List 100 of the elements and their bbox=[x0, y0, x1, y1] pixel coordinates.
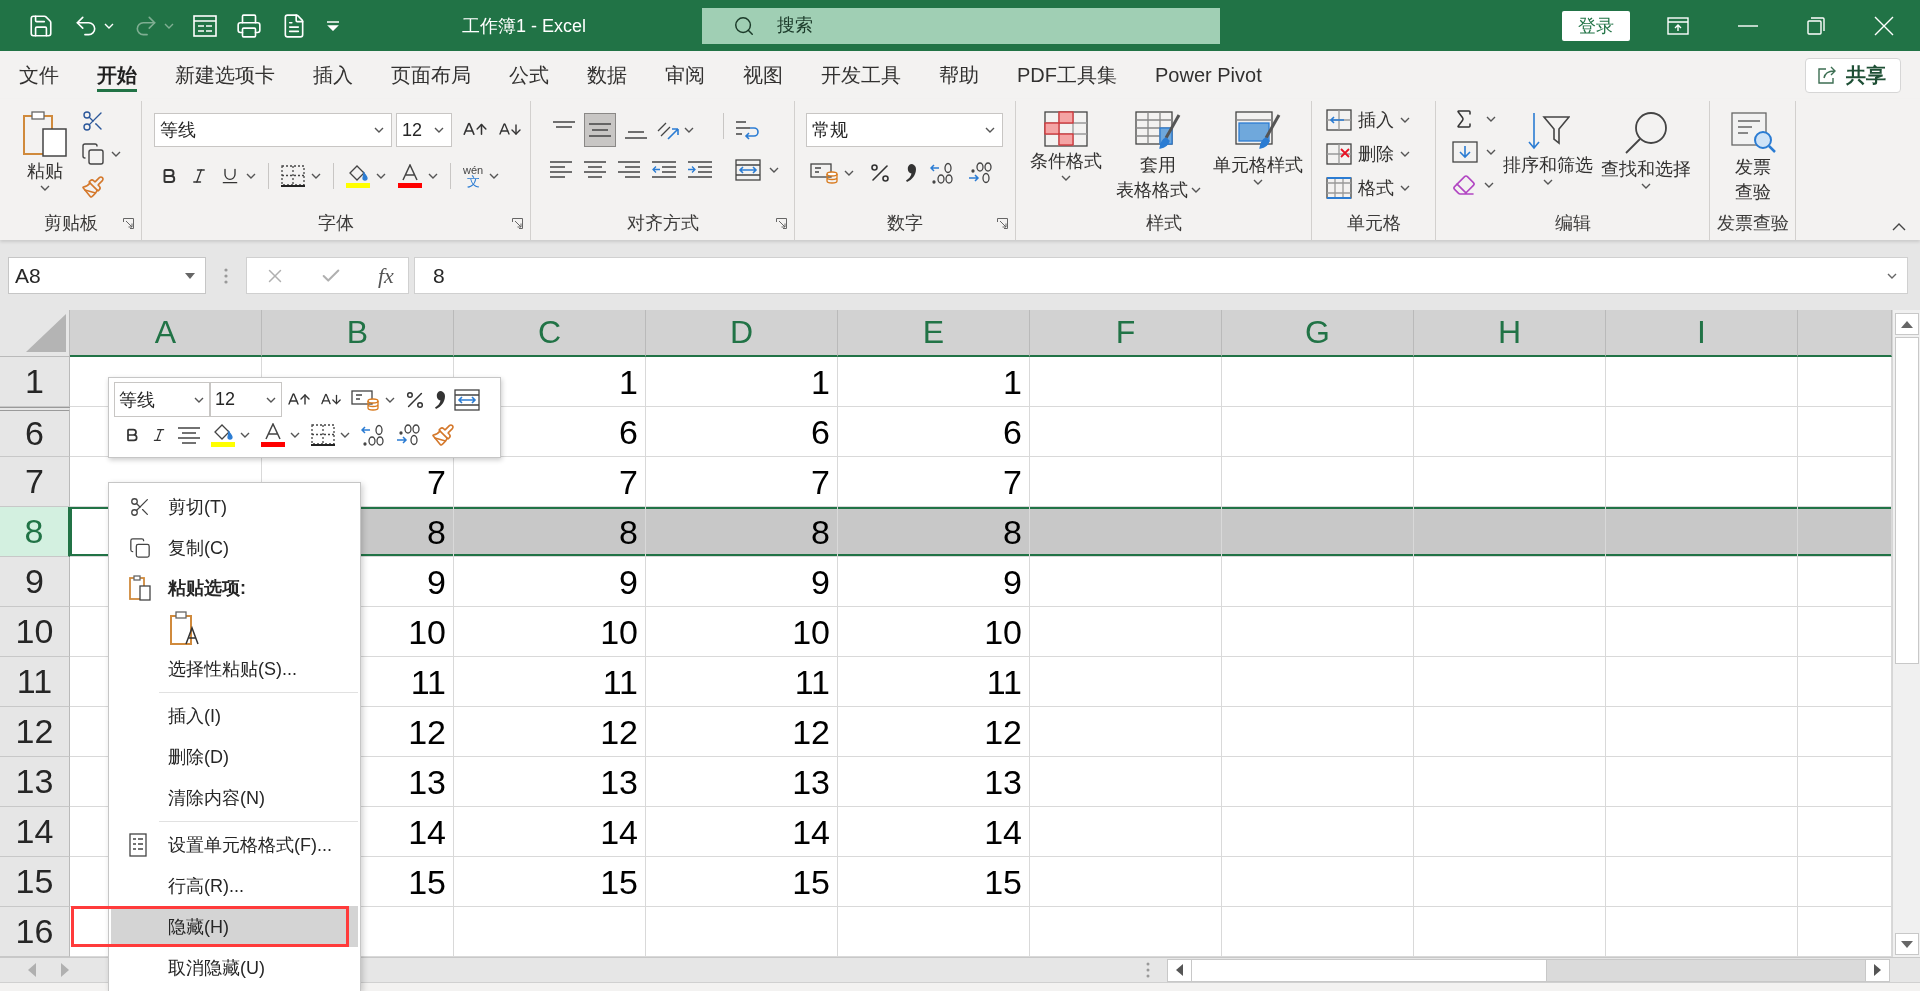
fill-color-icon[interactable] bbox=[346, 164, 370, 188]
caret-icon[interactable] bbox=[844, 170, 854, 176]
column-header[interactable] bbox=[1798, 310, 1892, 357]
conditional-format-icon[interactable] bbox=[1044, 111, 1088, 147]
fill-color-icon[interactable] bbox=[211, 423, 235, 447]
ribbon-button[interactable]: 删除 bbox=[1326, 139, 1435, 169]
save-icon[interactable] bbox=[28, 12, 54, 39]
row-header[interactable]: 13 bbox=[0, 757, 70, 807]
align-center-icon[interactable] bbox=[178, 426, 200, 444]
ribbon-tab[interactable]: 视图 bbox=[724, 51, 802, 99]
scissors-icon[interactable] bbox=[129, 495, 151, 518]
ribbon-tab[interactable]: 文件 bbox=[0, 51, 78, 99]
clipboard-icon[interactable] bbox=[129, 575, 151, 601]
sign-in-button[interactable]: 登录 bbox=[1562, 10, 1630, 41]
bold-icon[interactable] bbox=[124, 427, 140, 443]
dialog-launcher-icon[interactable] bbox=[512, 218, 523, 229]
ribbon-tab[interactable]: 帮助 bbox=[920, 51, 998, 99]
horizontal-scrollbar[interactable] bbox=[1167, 958, 1890, 982]
caret-icon[interactable] bbox=[111, 151, 121, 157]
format-cells-icon[interactable] bbox=[129, 832, 147, 857]
caret-icon[interactable] bbox=[985, 127, 995, 133]
caret-icon[interactable] bbox=[240, 432, 250, 438]
ribbon-button[interactable]: 套用 表格格式 bbox=[1112, 105, 1204, 212]
row-header[interactable]: 1 bbox=[0, 357, 70, 407]
vertical-align-button[interactable] bbox=[584, 113, 616, 147]
caret-icon[interactable] bbox=[40, 185, 50, 191]
caret-icon[interactable] bbox=[489, 173, 500, 179]
caret-icon[interactable] bbox=[1253, 179, 1263, 185]
ribbon-tab[interactable]: 公式 bbox=[490, 51, 568, 99]
font-size-dropdown[interactable]: 12 bbox=[396, 113, 452, 147]
currency-icon[interactable] bbox=[351, 388, 379, 411]
caret-icon[interactable] bbox=[1484, 182, 1494, 188]
insert-function-button[interactable]: fx bbox=[376, 262, 396, 289]
column-header[interactable]: D bbox=[646, 310, 838, 357]
underline-icon[interactable] bbox=[220, 166, 240, 186]
format-cells-icon[interactable] bbox=[1326, 177, 1352, 199]
column-header[interactable]: G bbox=[1222, 310, 1414, 357]
caret-icon[interactable] bbox=[1641, 183, 1651, 189]
caret-icon[interactable] bbox=[246, 173, 256, 179]
align-middle-icon[interactable] bbox=[589, 123, 611, 137]
caret-icon[interactable] bbox=[376, 173, 386, 179]
align-right-icon[interactable] bbox=[618, 161, 640, 178]
column-header[interactable]: B bbox=[262, 310, 454, 357]
eraser-icon[interactable] bbox=[1452, 173, 1476, 197]
ribbon-tab[interactable]: 插入 bbox=[294, 51, 372, 99]
font-color-icon[interactable] bbox=[398, 164, 422, 188]
table-style-icon[interactable] bbox=[1135, 111, 1181, 151]
scroll-down-button[interactable] bbox=[1894, 933, 1919, 955]
paste-button[interactable]: 粘贴 bbox=[17, 105, 73, 212]
fill-down-icon[interactable] bbox=[1452, 141, 1478, 163]
insert-cells-icon[interactable] bbox=[1326, 109, 1352, 131]
restore-icon[interactable] bbox=[1807, 16, 1825, 35]
caret-icon[interactable] bbox=[340, 432, 350, 438]
increase-decimal-icon[interactable] bbox=[361, 424, 385, 446]
form-icon[interactable] bbox=[193, 14, 217, 37]
row-header[interactable]: 12 bbox=[0, 707, 70, 757]
font-size-dropdown[interactable]: 12 bbox=[210, 382, 282, 417]
printer-icon[interactable] bbox=[236, 12, 262, 39]
menu-item[interactable]: 取消隐藏(U) bbox=[111, 947, 358, 988]
scroll-left-button[interactable] bbox=[1168, 959, 1192, 981]
caret-icon[interactable] bbox=[1887, 272, 1897, 279]
formula-field[interactable]: 8 bbox=[414, 257, 1908, 294]
ribbon-button[interactable]: 条件格式 bbox=[1022, 105, 1110, 212]
increase-decimal-icon[interactable] bbox=[930, 162, 954, 184]
clipboard-icon[interactable] bbox=[23, 111, 67, 157]
ribbon-tab[interactable]: 数据 bbox=[568, 51, 646, 99]
column-header[interactable]: F bbox=[1030, 310, 1222, 357]
caret-icon[interactable] bbox=[1400, 151, 1410, 157]
comma-icon[interactable] bbox=[435, 390, 445, 409]
caret-icon[interactable] bbox=[1190, 187, 1201, 193]
column-header[interactable]: A bbox=[70, 310, 262, 357]
scroll-thumb[interactable] bbox=[1192, 959, 1547, 981]
vertical-scrollbar[interactable] bbox=[1892, 310, 1920, 957]
ribbon-button[interactable]: 排序和筛选 bbox=[1502, 105, 1594, 212]
scroll-up-button[interactable] bbox=[1894, 313, 1919, 335]
row-header[interactable]: 10 bbox=[0, 607, 70, 657]
ribbon-tab[interactable]: 开始 bbox=[78, 51, 156, 99]
scroll-up-icon[interactable] bbox=[1900, 320, 1913, 328]
percent-icon[interactable] bbox=[868, 161, 892, 185]
scroll-right-icon[interactable] bbox=[1874, 964, 1881, 976]
column-header[interactable]: I bbox=[1606, 310, 1798, 357]
caret-icon[interactable] bbox=[1400, 185, 1410, 191]
split-handle-icon[interactable] bbox=[1146, 962, 1150, 978]
search-field[interactable]: 搜索 bbox=[702, 7, 1221, 44]
merge-cells-icon[interactable] bbox=[454, 388, 480, 411]
ribbon-tab[interactable]: 开发工具 bbox=[802, 51, 920, 99]
caret-icon[interactable] bbox=[1543, 179, 1553, 185]
column-header[interactable]: C bbox=[454, 310, 646, 357]
share-button[interactable]: 共享 bbox=[1805, 57, 1901, 93]
font-name-dropdown[interactable]: 等线 bbox=[114, 382, 210, 417]
row-header[interactable]: 14 bbox=[0, 807, 70, 857]
border-icon[interactable] bbox=[311, 424, 335, 446]
format-painter-icon[interactable] bbox=[431, 423, 455, 447]
row-header[interactable]: 8 bbox=[0, 507, 70, 557]
caret-icon[interactable] bbox=[769, 167, 779, 173]
ribbon-button[interactable]: 查找和选择 bbox=[1600, 105, 1692, 212]
caret-icon[interactable] bbox=[684, 127, 694, 133]
number-format-dropdown[interactable]: 常规 bbox=[806, 113, 1003, 147]
search-icon[interactable] bbox=[1624, 111, 1668, 155]
copy-icon[interactable] bbox=[129, 536, 151, 559]
